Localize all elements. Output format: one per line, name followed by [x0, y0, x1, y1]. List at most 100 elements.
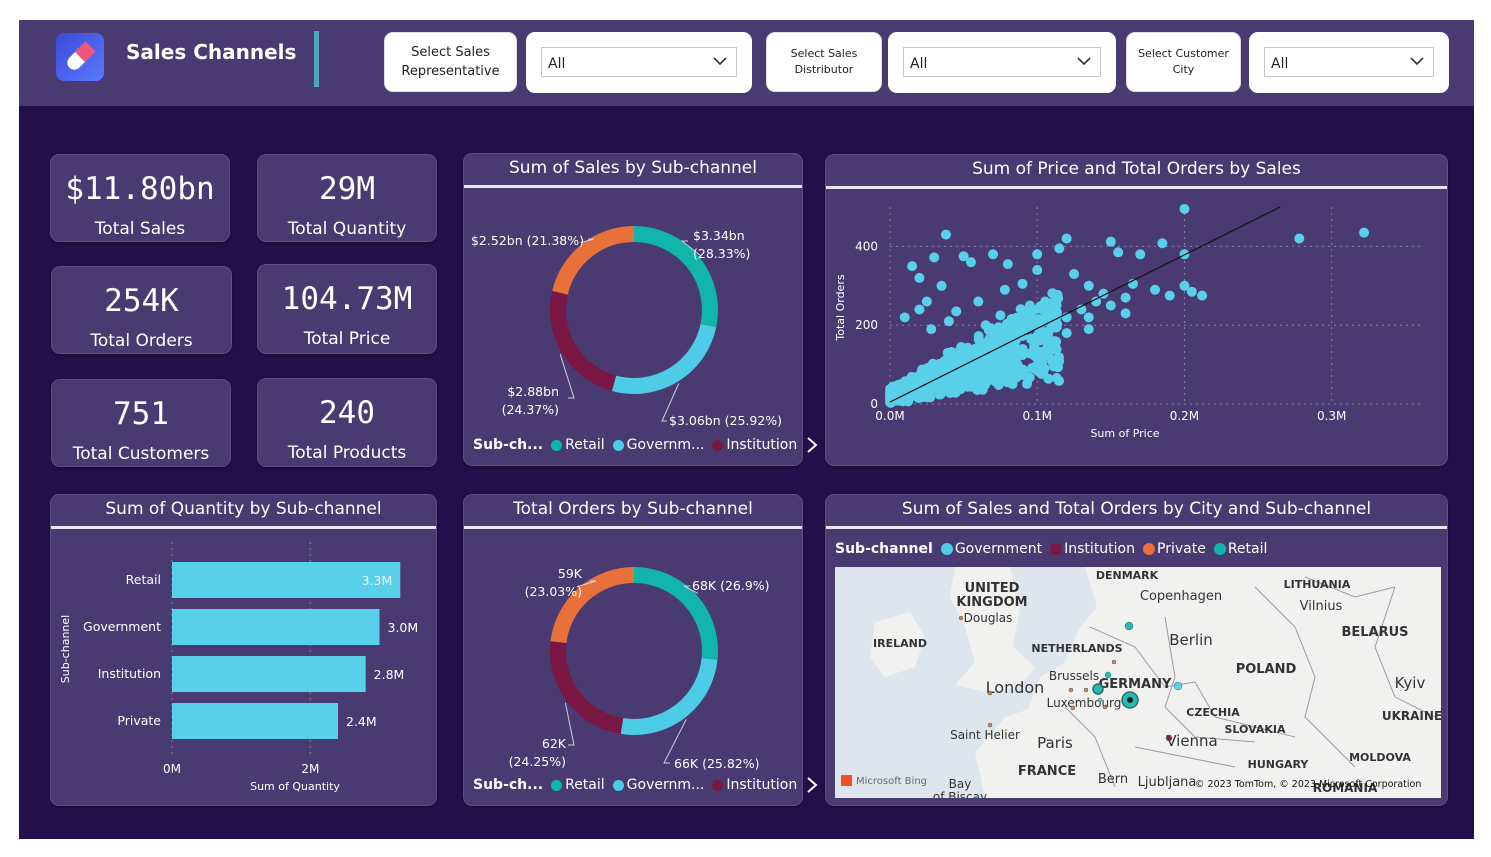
legend-item-institution[interactable]: Institution — [1064, 541, 1135, 557]
legend-item-institution[interactable]: Institution — [726, 437, 797, 453]
scatter-point — [1083, 324, 1094, 335]
map-bubble — [1102, 704, 1108, 710]
bar-private — [172, 703, 338, 739]
scatter-x-tick: 0.3M — [1317, 409, 1346, 423]
legend-next-arrow-icon[interactable] — [805, 777, 819, 793]
map-place-label: FRANCE — [1018, 764, 1076, 779]
scatter-chart: 0.0M 0.1M 0.2M 0.3M 0 200 400 Sum of Price Total… — [834, 203, 1420, 440]
map-place-label: Luxembourg — [1047, 696, 1122, 710]
scatter-point — [1091, 296, 1102, 307]
map-place-label: Douglas — [964, 611, 1013, 625]
scatter-point — [943, 363, 954, 374]
scatter-point — [973, 344, 984, 355]
slicer-label-city: Select Customer City — [1126, 32, 1241, 92]
scatter-point — [940, 229, 951, 240]
panel-rule — [51, 526, 436, 529]
donut-data-label: $3.34bn — [693, 228, 745, 243]
map-place-label: UKRAINE — [1382, 709, 1441, 723]
legend-item-retail[interactable]: Retail — [1228, 541, 1268, 557]
scatter-panel: Sum of Price and Total Orders by Sales 0… — [825, 154, 1448, 466]
bar-value-label: 2.4M — [346, 714, 377, 729]
dashboard-canvas: Sales Channels Select Sales Representati… — [19, 20, 1474, 839]
scatter-point — [943, 316, 954, 327]
scatter-point — [926, 324, 937, 335]
legend-item-government[interactable]: Government — [955, 541, 1042, 557]
scatter-point — [993, 379, 1004, 390]
scatter-point — [1052, 289, 1063, 300]
donut-data-label: $2.52bn (21.38%) — [471, 233, 584, 248]
legend-dot-institution — [712, 779, 724, 791]
legend-next-arrow-icon[interactable] — [805, 437, 819, 453]
scatter-point — [1032, 265, 1043, 276]
scatter-point — [942, 347, 953, 358]
legend-item-retail[interactable]: Retail — [565, 777, 605, 793]
map-legend[interactable]: Sub-channel Government Institution Priva… — [835, 541, 1267, 557]
kpi-value: $11.80bn — [65, 171, 215, 207]
scatter-y-tick: 200 — [855, 318, 878, 332]
scatter-point — [1010, 320, 1021, 331]
legend-item-private[interactable]: Private — [1157, 541, 1206, 557]
scatter-point — [1054, 243, 1065, 254]
scatter-point — [1105, 236, 1116, 247]
map-canvas[interactable]: DENMARK LITHUANIA UNITEDKINGDOM Copenhagen V… — [835, 567, 1441, 798]
scatter-point — [975, 381, 986, 392]
page-title: Sales Channels — [126, 40, 297, 64]
scatter-point — [945, 386, 956, 397]
slicer-city-dropdown[interactable]: All — [1264, 47, 1434, 77]
legend-dot-private — [1143, 543, 1155, 555]
kpi-card-total-price: 104.73M Total Price — [257, 264, 437, 354]
map-place-label: Saint Helier — [950, 728, 1020, 742]
slicer-distributor[interactable]: All — [888, 32, 1116, 93]
legend-dot-institution — [1050, 543, 1063, 555]
kpi-card-total-sales: $11.80bn Total Sales — [50, 154, 230, 242]
map-bubble — [1092, 683, 1104, 695]
slicer-city[interactable]: All — [1249, 32, 1449, 93]
scatter-point — [1054, 356, 1065, 367]
legend-dot-government — [612, 439, 624, 451]
europe-map[interactable]: DENMARK LITHUANIA UNITED KINGDOM Copenhagen V… — [835, 567, 1441, 798]
kpi-label: Total Sales — [94, 219, 186, 239]
scatter-point — [899, 312, 910, 323]
scatter-point — [921, 296, 932, 307]
slicer-distributor-dropdown[interactable]: All — [903, 47, 1101, 77]
scatter-point — [1083, 312, 1094, 323]
scatter-point — [1179, 203, 1190, 214]
scatter-point — [1150, 284, 1160, 295]
map-place-label: NETHERLANDS — [1031, 642, 1122, 655]
scatter-point — [1186, 286, 1197, 297]
map-place-label: DENMARK — [1096, 569, 1159, 582]
scatter-y-axis-label: Total Orders — [834, 274, 847, 341]
bar-value-label: 2.8M — [374, 667, 405, 682]
kpi-label: Total Products — [287, 443, 407, 463]
scatter-point — [972, 368, 983, 379]
scatter-point — [1019, 316, 1030, 327]
legend-item-retail[interactable]: Retail — [565, 437, 605, 453]
map-place-label: SLOVAKIA — [1224, 723, 1285, 736]
panel-rule — [464, 185, 802, 188]
map-place-label: Vilnius — [1300, 599, 1343, 614]
scatter-point — [1294, 233, 1305, 244]
scatter-point — [1036, 362, 1047, 373]
scatter-point — [1012, 349, 1023, 360]
header-divider — [314, 31, 319, 87]
scatter-point — [984, 334, 995, 345]
legend-dot-institution — [712, 439, 724, 451]
slicer-label-distributor: Select Sales Distributor — [766, 32, 882, 92]
map-place-label: CZECHIA — [1186, 706, 1240, 719]
panel-title: Total Orders by Sub-channel — [513, 499, 753, 519]
legend-item-government[interactable]: Governm... — [627, 777, 705, 793]
slicer-sales-rep-dropdown[interactable]: All — [541, 47, 737, 77]
slicer-label-sales-rep: Select Sales Representative — [384, 32, 517, 92]
slicer-sales-rep[interactable]: All — [526, 32, 752, 93]
kpi-value: 104.73M — [281, 281, 413, 317]
legend-item-government[interactable]: Governm... — [627, 437, 705, 453]
slicer-city-value: All — [1271, 56, 1289, 72]
bar-x-tick: 2M — [301, 762, 319, 776]
donut-sales-legend[interactable]: Sub-ch... Retail Governm... Institution — [473, 437, 819, 453]
donut-data-label-pct: (24.25%) — [509, 754, 566, 769]
donut-chart-sales: $3.34bn (28.33%) $3.06bn (25.92%) $2.88bn (2… — [471, 226, 782, 428]
legend-item-institution[interactable]: Institution — [726, 777, 797, 793]
donut-orders-legend[interactable]: Sub-ch... Retail Governm... Institution — [473, 777, 819, 793]
scatter-point — [907, 381, 918, 392]
bar-value-label: 3.0M — [388, 620, 419, 635]
